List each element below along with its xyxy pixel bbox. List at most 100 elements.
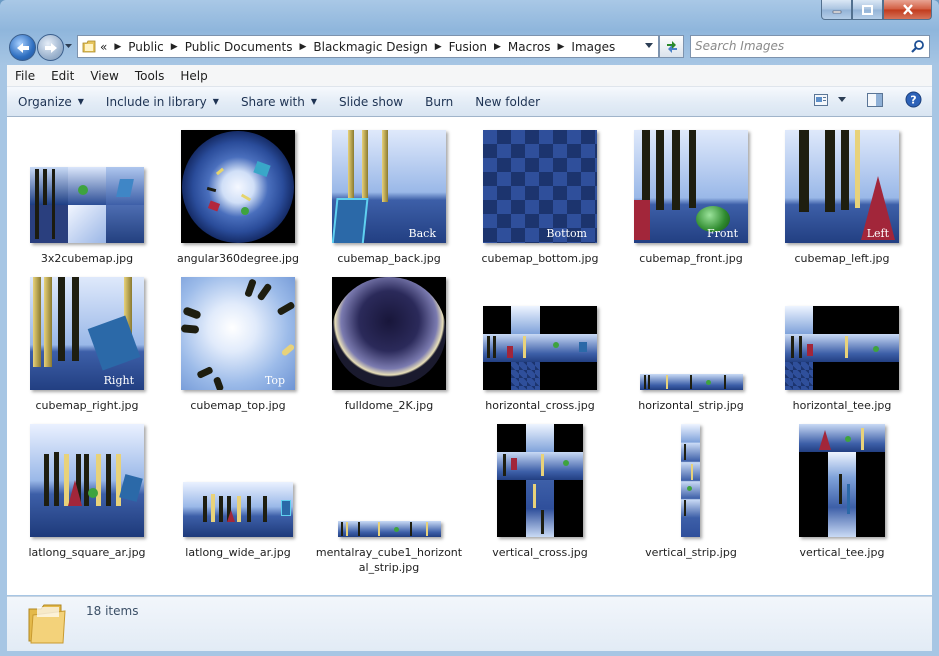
back-button[interactable] — [9, 34, 36, 61]
breadcrumb-fusion[interactable]: Fusion ▶ — [449, 40, 508, 54]
burn-button[interactable]: Burn — [416, 95, 462, 109]
thumbnail-image[interactable]: Back — [332, 130, 446, 243]
folder-icon — [28, 604, 66, 644]
file-name[interactable]: cubemap_right.jpg — [12, 398, 162, 413]
breadcrumb-blackmagic-design[interactable]: Blackmagic Design ▶ — [313, 40, 448, 54]
file-name[interactable]: fulldome_2K.jpg — [314, 398, 464, 413]
view-dropdown-icon — [838, 96, 846, 102]
breadcrumb-public[interactable]: Public ▶ — [128, 40, 184, 54]
recent-pages-dropdown-icon[interactable] — [64, 41, 73, 51]
thumbnail-image[interactable] — [181, 130, 295, 243]
separator-icon: ▶ — [114, 41, 122, 52]
crumb-label: Public Documents — [184, 39, 293, 54]
menu-edit[interactable]: Edit — [43, 69, 82, 83]
breadcrumb-public-documents[interactable]: Public Documents ▶ — [185, 40, 314, 54]
change-view-button[interactable] — [814, 93, 847, 106]
minimize-button[interactable] — [821, 0, 852, 20]
file-list-pane[interactable]: 3x2cubemap.jpg angular360degree.jpg Back… — [7, 117, 932, 595]
forward-button[interactable] — [37, 34, 64, 61]
menu-file[interactable]: File — [7, 69, 43, 83]
file-name[interactable]: latlong_square_ar.jpg — [12, 545, 162, 560]
breadcrumb-macros[interactable]: Macros ▶ — [508, 40, 572, 54]
thumbnail-image[interactable] — [681, 424, 700, 537]
refresh-button[interactable] — [659, 35, 684, 58]
thumbnail-image[interactable] — [332, 277, 446, 390]
organize-button[interactable]: Organize ▼ — [7, 95, 93, 109]
thumbnail-label: Left — [866, 227, 889, 240]
breadcrumb-overflow[interactable]: «▶ — [100, 40, 128, 54]
separator-icon: ▶ — [494, 41, 501, 52]
organize-label: Organize — [18, 94, 72, 109]
explorer-window: «▶ Public ▶ Public Documents ▶ Blackmagic … — [0, 0, 939, 656]
thumbnail-image[interactable] — [640, 374, 743, 390]
share-with-button[interactable]: Share with ▼ — [232, 95, 326, 109]
slide-show-button[interactable]: Slide show — [330, 95, 412, 109]
folder-icon — [82, 40, 96, 53]
file-name[interactable]: mentalray_cube1_horizontal_strip.jpg — [314, 545, 464, 575]
file-name[interactable]: latlong_wide_ar.jpg — [163, 545, 313, 560]
file-name[interactable]: angular360degree.jpg — [163, 251, 313, 266]
breadcrumb-images[interactable]: Images — [571, 40, 615, 54]
thumbnail-label: Right — [103, 374, 134, 387]
thumbnail-image[interactable]: Left — [785, 130, 899, 243]
details-pane: 18 items — [7, 596, 932, 651]
back-arrow-icon — [16, 42, 29, 53]
share-label: Share with — [240, 94, 305, 109]
thumbnail-image[interactable]: Top — [181, 277, 295, 390]
preview-pane-icon[interactable] — [867, 92, 883, 107]
file-name[interactable]: horizontal_strip.jpg — [616, 398, 766, 413]
file-name[interactable]: 3x2cubemap.jpg — [12, 251, 162, 266]
menu-help[interactable]: Help — [172, 69, 215, 83]
file-name[interactable]: cubemap_top.jpg — [163, 398, 313, 413]
crumb-label: Fusion — [448, 39, 487, 54]
new-folder-button[interactable]: New folder — [466, 95, 549, 109]
file-name[interactable]: horizontal_tee.jpg — [767, 398, 917, 413]
overflow-chevron: « — [100, 39, 108, 54]
command-bar: Organize ▼ Include in library ▼ Share with… — [7, 87, 932, 117]
address-history-dropdown-icon[interactable] — [645, 42, 654, 50]
forward-arrow-icon — [44, 42, 57, 53]
address-bar[interactable]: «▶ Public ▶ Public Documents ▶ Blackmagic … — [77, 35, 659, 58]
menu-view[interactable]: View — [82, 69, 126, 83]
thumbnail-image[interactable] — [338, 521, 441, 537]
file-name[interactable]: vertical_strip.jpg — [616, 545, 766, 560]
file-name[interactable]: vertical_tee.jpg — [767, 545, 917, 560]
dropdown-arrow-icon: ▼ — [77, 97, 84, 106]
search-input[interactable] — [695, 38, 895, 54]
caption-buttons — [821, 0, 932, 20]
thumbnail-image[interactable] — [183, 482, 293, 537]
maximize-button[interactable] — [852, 0, 883, 20]
thumbnail-image[interactable]: Front — [634, 130, 748, 243]
file-name[interactable]: cubemap_bottom.jpg — [465, 251, 615, 266]
refresh-icon — [666, 40, 677, 53]
file-name[interactable]: horizontal_cross.jpg — [465, 398, 615, 413]
thumbnail-image[interactable]: Bottom — [483, 130, 597, 243]
file-name[interactable]: cubemap_front.jpg — [616, 251, 766, 266]
thumbnail-image[interactable] — [30, 424, 144, 537]
thumbnail-image[interactable] — [785, 306, 899, 390]
help-icon[interactable]: ? — [905, 91, 922, 108]
thumbnail-image[interactable] — [799, 424, 885, 537]
item-count: 18 items — [86, 604, 139, 618]
file-name[interactable]: cubemap_back.jpg — [314, 251, 464, 266]
thumbnail-image[interactable] — [483, 306, 597, 390]
thumbnail-label: Bottom — [546, 227, 587, 240]
thumbnail-image[interactable] — [497, 424, 583, 537]
close-button[interactable] — [883, 0, 932, 20]
thumbnail-label: Front — [706, 227, 738, 240]
separator-icon: ▶ — [299, 41, 307, 52]
thumbnail-image[interactable]: Right — [30, 277, 144, 390]
dropdown-arrow-icon: ▼ — [310, 97, 317, 106]
file-name[interactable]: cubemap_left.jpg — [767, 251, 917, 266]
include-label: Include in library — [105, 94, 207, 109]
thumbnail-image[interactable] — [30, 167, 144, 243]
menu-tools[interactable]: Tools — [127, 69, 173, 83]
search-icon[interactable] — [911, 39, 925, 53]
separator-icon: ▶ — [434, 41, 442, 52]
thumbnail-label: Top — [264, 374, 285, 387]
include-in-library-button[interactable]: Include in library ▼ — [97, 95, 228, 109]
file-name[interactable]: vertical_cross.jpg — [465, 545, 615, 560]
search-box[interactable] — [690, 35, 930, 58]
svg-text:?: ? — [910, 94, 916, 107]
separator-icon: ▶ — [557, 41, 565, 52]
